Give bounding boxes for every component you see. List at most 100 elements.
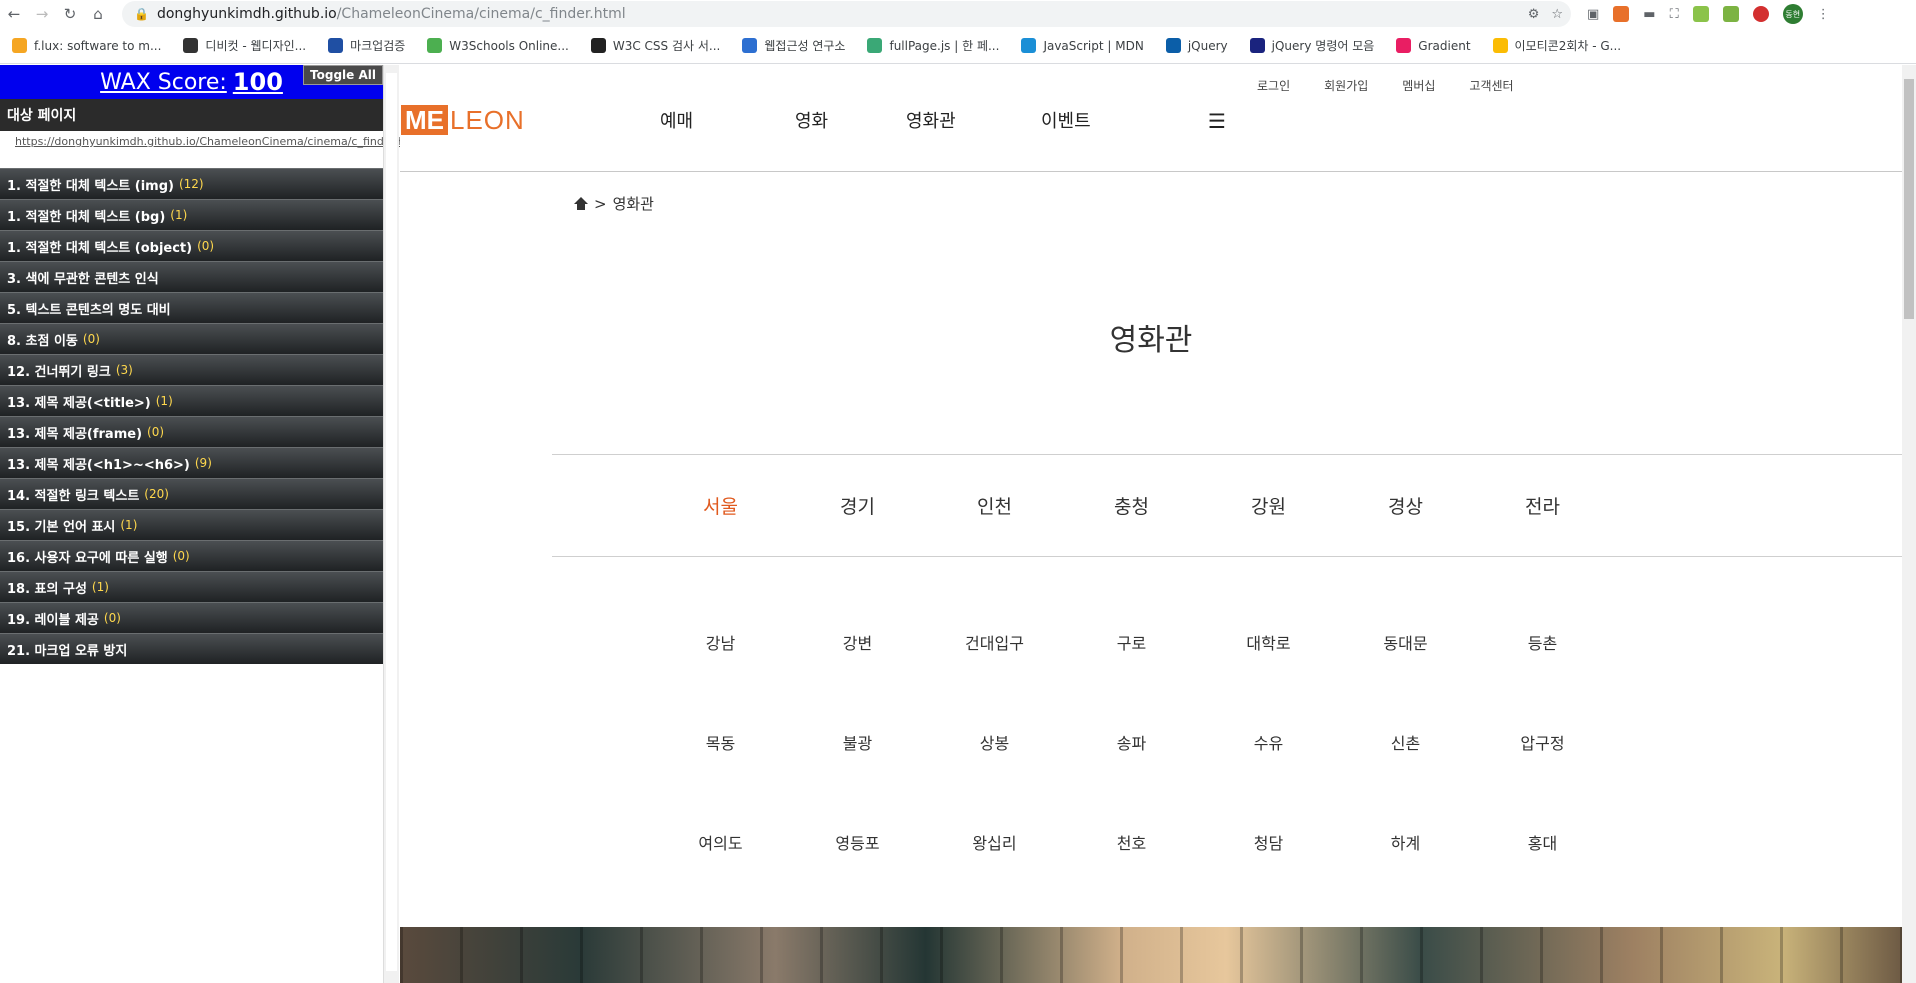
bookmark-item[interactable]: Gradient bbox=[1396, 38, 1471, 53]
capture-extension-icon[interactable]: ⛶ bbox=[1670, 7, 1679, 22]
bookmark-item[interactable]: 이모티콘2회차 - G... bbox=[1492, 37, 1621, 54]
wax-check-item[interactable]: 16. 사용자 요구에 따른 실행 (0) bbox=[0, 540, 383, 571]
back-icon[interactable]: ← bbox=[0, 0, 28, 28]
profile-avatar[interactable]: 동현 bbox=[1782, 4, 1803, 24]
signup-link[interactable]: 회원가입 bbox=[1324, 77, 1368, 94]
theater-link[interactable]: 동대문 bbox=[1337, 630, 1474, 653]
bookmark-item[interactable]: W3C CSS 검사 서... bbox=[590, 37, 720, 54]
wax-check-label: 1. 적절한 대체 텍스트 (img) bbox=[7, 178, 174, 194]
toggle-all-button[interactable]: Toggle All bbox=[303, 65, 383, 85]
wax-check-item[interactable]: 13. 제목 제공(<h1>~<h6>) (9) bbox=[0, 447, 383, 478]
theater-link[interactable]: 천호 bbox=[1063, 830, 1200, 853]
block-extension-icon[interactable] bbox=[1752, 6, 1769, 22]
theater-link[interactable]: 신촌 bbox=[1337, 730, 1474, 753]
bookmark-item[interactable]: 디비컷 - 웹디자인... bbox=[183, 37, 306, 54]
bookmark-star-icon[interactable]: ☆ bbox=[1551, 7, 1563, 22]
screen-extension-icon[interactable]: ▬ bbox=[1643, 7, 1655, 22]
bookmark-label: jQuery 명령어 모음 bbox=[1271, 39, 1375, 53]
wax-check-item[interactable]: 3. 색에 무관한 콘텐츠 인식 bbox=[0, 261, 383, 292]
wax-check-item[interactable]: 15. 기본 언어 표시 (1) bbox=[0, 509, 383, 540]
wax-check-item[interactable]: 19. 레이블 제공 (0) bbox=[0, 602, 383, 633]
menu-icon[interactable]: ☰ bbox=[1208, 109, 1226, 133]
wax-check-item[interactable]: 13. 제목 제공(<title>) (1) bbox=[0, 385, 383, 416]
nav-cinema[interactable]: 영화관 bbox=[906, 107, 1041, 133]
address-bar[interactable]: 🔒 donghyunkimdh.github.io/ChameleonCinem… bbox=[122, 1, 1571, 27]
home-icon[interactable] bbox=[574, 196, 588, 211]
wax-check-item[interactable]: 5. 텍스트 콘텐츠의 명도 대비 bbox=[0, 292, 383, 323]
theater-link[interactable]: 왕십리 bbox=[926, 830, 1063, 853]
region-tab[interactable]: 경기 bbox=[789, 492, 926, 519]
bookmark-item[interactable]: fullPage.js | 한 페... bbox=[867, 37, 999, 54]
wax-check-item[interactable]: 1. 적절한 대체 텍스트 (object) (0) bbox=[0, 230, 383, 261]
nav-event[interactable]: 이벤트 bbox=[1041, 107, 1091, 133]
bookmark-item[interactable]: 웹접근성 연구소 bbox=[742, 37, 845, 54]
site-info-icon[interactable]: ⚙ bbox=[1528, 7, 1540, 22]
theater-link[interactable]: 강변 bbox=[789, 630, 926, 653]
wax-check-item[interactable]: 12. 건너뛰기 링크 (3) bbox=[0, 354, 383, 385]
bookmark-favicon-icon bbox=[1396, 38, 1412, 53]
extension-icon[interactable] bbox=[1613, 6, 1630, 22]
wax-scrollbar[interactable] bbox=[383, 65, 399, 983]
wax-check-item[interactable]: 21. 마크업 오류 방지 bbox=[0, 633, 383, 664]
login-link[interactable]: 로그인 bbox=[1257, 77, 1290, 94]
wax-target-url[interactable]: https://donghyunkimdh.github.io/Chameleo… bbox=[0, 131, 423, 168]
nav-movie[interactable]: 영화 bbox=[795, 107, 906, 133]
region-tab[interactable]: 경상 bbox=[1337, 492, 1474, 519]
page-scrollbar[interactable] bbox=[1902, 65, 1916, 983]
theater-link[interactable]: 상봉 bbox=[926, 730, 1063, 753]
bookmark-item[interactable]: jQuery 명령어 모음 bbox=[1249, 37, 1375, 54]
site-logo[interactable]: ME LEON bbox=[401, 105, 525, 135]
wax-check-label: 13. 제목 제공(<h1>~<h6>) bbox=[7, 457, 190, 473]
wax-check-label: 3. 색에 무관한 콘텐츠 인식 bbox=[7, 271, 159, 287]
membership-link[interactable]: 멤버십 bbox=[1402, 77, 1435, 94]
wax-check-item[interactable]: 8. 초점 이동 (0) bbox=[0, 323, 383, 354]
theater-banner-image bbox=[400, 927, 1902, 983]
wax-check-count: (9) bbox=[194, 456, 212, 470]
theater-link[interactable]: 대학로 bbox=[1200, 630, 1337, 653]
reload-icon[interactable]: ↻ bbox=[56, 0, 84, 28]
wax-check-item[interactable]: 13. 제목 제공(frame) (0) bbox=[0, 416, 383, 447]
wax-check-label: 8. 초점 이동 bbox=[7, 333, 78, 349]
theater-link[interactable]: 목동 bbox=[652, 730, 789, 753]
region-tab[interactable]: 서울 bbox=[652, 492, 789, 519]
region-tab[interactable]: 강원 bbox=[1200, 492, 1337, 519]
bookmark-item[interactable]: W3Schools Online... bbox=[427, 38, 569, 53]
theater-link[interactable]: 구로 bbox=[1063, 630, 1200, 653]
nav-reservation[interactable]: 예매 bbox=[660, 107, 795, 133]
theater-link[interactable]: 영등포 bbox=[789, 830, 926, 853]
wax-check-count: (0) bbox=[82, 332, 100, 346]
bookmark-item[interactable]: f.lux: software to m... bbox=[12, 38, 161, 53]
theater-link[interactable]: 불광 bbox=[789, 730, 926, 753]
customer-center-link[interactable]: 고객센터 bbox=[1469, 77, 1513, 94]
wax-check-item[interactable]: 1. 적절한 대체 텍스트 (bg) (1) bbox=[0, 199, 383, 230]
forward-icon[interactable]: → bbox=[28, 0, 56, 28]
camera-extension-icon[interactable]: ▣ bbox=[1587, 7, 1599, 22]
home-icon[interactable]: ⌂ bbox=[84, 0, 112, 28]
theater-link[interactable]: 강남 bbox=[652, 630, 789, 653]
theater-link[interactable]: 홍대 bbox=[1474, 830, 1611, 853]
wax-check-item[interactable]: 14. 적절한 링크 텍스트 (20) bbox=[0, 478, 383, 509]
bookmark-item[interactable]: JavaScript | MDN bbox=[1021, 38, 1144, 53]
wax-check-item[interactable]: 18. 표의 구성 (1) bbox=[0, 571, 383, 602]
theater-link[interactable]: 청담 bbox=[1200, 830, 1337, 853]
bookmark-item[interactable]: jQuery bbox=[1165, 38, 1228, 53]
wax-check-item[interactable]: 1. 적절한 대체 텍스트 (img) (12) bbox=[0, 168, 383, 199]
theater-link[interactable]: 건대입구 bbox=[926, 630, 1063, 653]
wax-score-value[interactable]: 100 bbox=[233, 68, 283, 96]
theater-link[interactable]: 압구정 bbox=[1474, 730, 1611, 753]
theater-link[interactable]: 등촌 bbox=[1474, 630, 1611, 653]
bookmark-favicon-icon bbox=[1165, 38, 1181, 53]
theater-link[interactable]: 수유 bbox=[1200, 730, 1337, 753]
region-tab[interactable]: 전라 bbox=[1474, 492, 1611, 519]
wax-score-label[interactable]: WAX Score: bbox=[100, 70, 227, 95]
bookmark-favicon-icon bbox=[328, 38, 344, 53]
region-tab[interactable]: 충청 bbox=[1063, 492, 1200, 519]
theater-link[interactable]: 하계 bbox=[1337, 830, 1474, 853]
theater-link[interactable]: 송파 bbox=[1063, 730, 1200, 753]
bookmark-item[interactable]: 마크업검증 bbox=[328, 37, 405, 54]
region-tab[interactable]: 인천 bbox=[926, 492, 1063, 519]
wax-extension-icon[interactable] bbox=[1692, 6, 1709, 22]
more-menu-icon[interactable]: ⋮ bbox=[1817, 7, 1830, 22]
theater-link[interactable]: 여의도 bbox=[652, 830, 789, 853]
extension-icon-2[interactable] bbox=[1722, 6, 1739, 22]
